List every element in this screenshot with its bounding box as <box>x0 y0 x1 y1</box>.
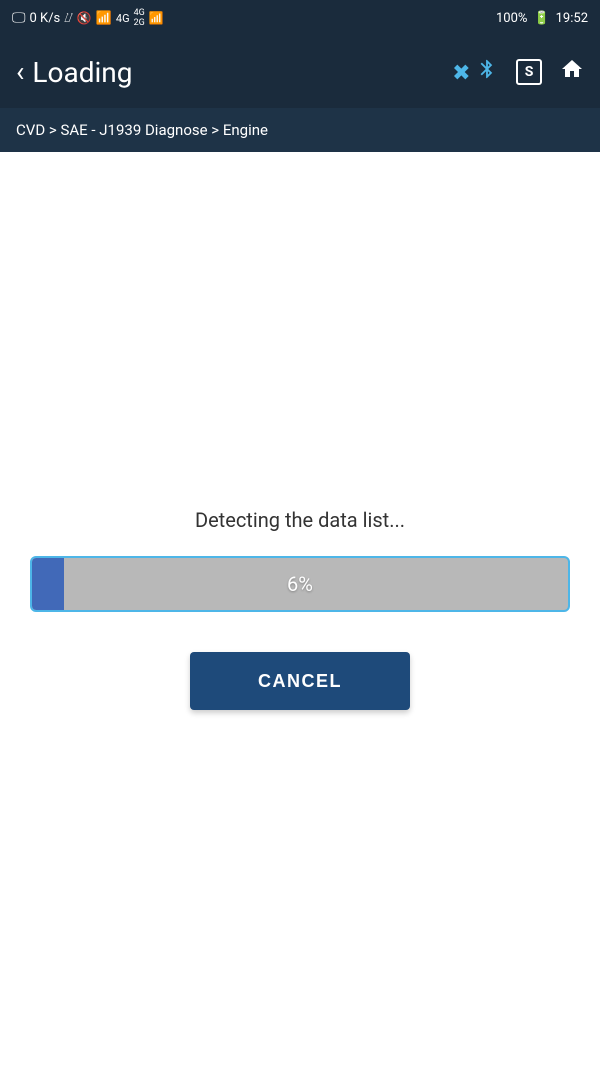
progress-label: 6% <box>32 572 568 596</box>
bluetooth-icon[interactable]: ✖ <box>452 58 498 86</box>
battery-percentage: 100% <box>496 11 527 26</box>
back-button[interactable]: ‹ <box>16 58 24 86</box>
page-title: Loading <box>32 56 132 89</box>
main-content: Detecting the data list... 6% CANCEL <box>0 152 600 1066</box>
app-bar: ‹ Loading ✖ S <box>0 36 600 108</box>
app-bar-right: ✖ S <box>452 57 584 87</box>
wifi-icon: 📶 <box>96 11 112 26</box>
speed-indicator: 0 K/s <box>30 11 61 26</box>
home-icon[interactable] <box>560 57 584 87</box>
bluetooth-status-icon: ⌰ <box>64 11 73 26</box>
4g2g-label: 4G2G <box>134 8 145 28</box>
app-bar-left: ‹ Loading <box>16 56 133 89</box>
battery-icon: 🔋 <box>533 11 549 26</box>
breadcrumb: CVD > SAE - J1939 Diagnose > Engine <box>0 108 600 152</box>
status-left: 🖵 0 K/s ⌰ 🔇 📶 4G 4G2G 📶 <box>12 8 164 28</box>
progress-bar-container: 6% <box>30 556 570 612</box>
status-right: 100% 🔋 19:52 <box>496 11 588 26</box>
s-box-icon[interactable]: S <box>516 59 542 85</box>
detecting-text: Detecting the data list... <box>195 508 405 532</box>
mute-icon: 🔇 <box>77 11 92 25</box>
signal-icon: 📶 <box>149 11 164 25</box>
breadcrumb-text: CVD > SAE - J1939 Diagnose > Engine <box>16 121 268 139</box>
screen-icon: 🖵 <box>12 10 26 26</box>
4g-label: 4G <box>116 12 130 25</box>
cancel-button[interactable]: CANCEL <box>190 652 410 710</box>
time-display: 19:52 <box>556 11 588 26</box>
status-bar: 🖵 0 K/s ⌰ 🔇 📶 4G 4G2G 📶 100% 🔋 19:52 <box>0 0 600 36</box>
